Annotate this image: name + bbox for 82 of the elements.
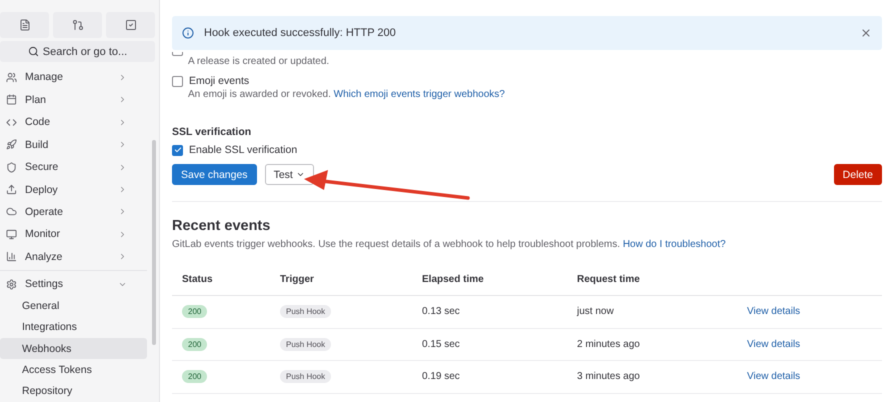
- document-icon: [18, 19, 30, 31]
- help-link[interactable]: Which emoji events trigger webhooks?: [334, 89, 505, 100]
- trigger-badge: Push Hook: [280, 338, 332, 351]
- checkbox[interactable]: [172, 76, 183, 86]
- column-header: Trigger: [270, 266, 412, 296]
- delete-button[interactable]: Delete: [834, 164, 882, 185]
- status-badge: 200: [182, 338, 208, 351]
- status-badge: 200: [182, 370, 208, 384]
- column-header: Status: [172, 266, 270, 296]
- table-cell: 0.19 sec: [422, 371, 460, 382]
- table-cell: 3 minutes ago: [577, 371, 640, 382]
- nav-item[interactable]: Settings: [0, 273, 147, 296]
- nav-item[interactable]: Analyze: [0, 246, 147, 268]
- chevron-right-icon: [118, 207, 127, 216]
- checkbox[interactable]: [172, 144, 183, 156]
- nav-item[interactable]: Deploy: [0, 178, 147, 201]
- checkbox[interactable]: [172, 52, 183, 56]
- status-badge: 200: [182, 305, 208, 318]
- test-dropdown-button[interactable]: Test: [264, 164, 314, 185]
- merge-request-icon: [72, 19, 84, 31]
- table-cell: 0.15 sec: [422, 338, 460, 350]
- table-cell: 2 minutes ago: [577, 338, 640, 350]
- nav-subitem[interactable]: Access Tokens: [0, 359, 147, 381]
- help-link[interactable]: How do I troubleshoot?: [622, 239, 726, 250]
- nav-icon: [6, 184, 17, 196]
- chevron-down-icon: [296, 170, 305, 179]
- chevron-right-icon: [118, 252, 127, 262]
- chevron-right-icon: [118, 140, 127, 150]
- section-heading: SSL verification: [172, 126, 252, 138]
- nav-subitem[interactable]: Integrations: [0, 316, 147, 338]
- nav-icon: [6, 116, 17, 128]
- nav-subitem[interactable]: General: [0, 296, 147, 317]
- checkbox-icon: [124, 19, 136, 31]
- chevron-right-icon: [118, 118, 127, 127]
- nav-item[interactable]: Secure: [0, 156, 147, 178]
- nav-icon: [6, 278, 17, 290]
- section-title: Recent events: [172, 218, 272, 234]
- event-description: An emoji is awarded or revoked. Which emoji events trigger webhooks?: [187, 89, 506, 100]
- nav-item[interactable]: Monitor: [0, 223, 147, 246]
- checkbox-label: Enable SSL verification: [189, 144, 298, 156]
- column-header: Elapsed time: [412, 266, 567, 296]
- chevron-right-icon: [118, 185, 127, 194]
- chevron-right-icon: [118, 72, 127, 82]
- close-icon: [860, 27, 872, 39]
- nav-icon: [6, 72, 17, 83]
- nav-icon: [6, 94, 17, 106]
- trigger-badge: Push Hook: [280, 305, 332, 318]
- merge-requests-tab[interactable]: [53, 12, 102, 38]
- nav-item[interactable]: Manage: [0, 66, 147, 88]
- nav-item[interactable]: Build: [0, 133, 147, 156]
- nav-item[interactable]: Code: [0, 110, 147, 134]
- trigger-badge: Push Hook: [280, 370, 332, 384]
- nav-icon: [6, 228, 17, 240]
- view-details-link[interactable]: View details: [747, 371, 800, 382]
- table-cell: 0.13 sec: [422, 306, 460, 318]
- nav-item[interactable]: Plan: [0, 88, 147, 111]
- nav-subitem[interactable]: Repository: [0, 380, 147, 402]
- nav-item[interactable]: Operate: [0, 200, 147, 224]
- search-icon: [28, 46, 39, 58]
- info-icon: [182, 27, 194, 39]
- view-details-link[interactable]: View details: [747, 338, 800, 350]
- nav-icon: [6, 139, 17, 150]
- event-description: A release is created or updated.: [187, 56, 330, 67]
- chevron-right-icon: [118, 95, 127, 104]
- nav-icon: [6, 206, 17, 218]
- section-description: GitLab events trigger webhooks. Use the request details of a webhook to help troubleshoot problems. How do I troubleshoot?: [172, 239, 727, 250]
- chevron-right-icon: [118, 230, 127, 239]
- view-details-link[interactable]: View details: [747, 306, 800, 318]
- nav-icon: [6, 251, 17, 262]
- issues-tab[interactable]: [0, 12, 49, 38]
- chevron-right-icon: [118, 162, 127, 172]
- todos-tab[interactable]: [106, 12, 155, 38]
- column-header: Request time: [567, 266, 737, 296]
- close-button[interactable]: [860, 27, 872, 39]
- nav-subitem[interactable]: Webhooks: [0, 338, 147, 360]
- scrollbar[interactable]: [152, 140, 156, 345]
- search-button[interactable]: Search or go to...: [0, 41, 155, 62]
- checkbox-label: Emoji events: [189, 75, 250, 87]
- table-cell: just now: [577, 306, 614, 318]
- alert-message: Hook executed successfully: HTTP 200: [204, 27, 397, 39]
- nav-icon: [6, 162, 17, 173]
- save-button[interactable]: Save changes: [172, 164, 257, 185]
